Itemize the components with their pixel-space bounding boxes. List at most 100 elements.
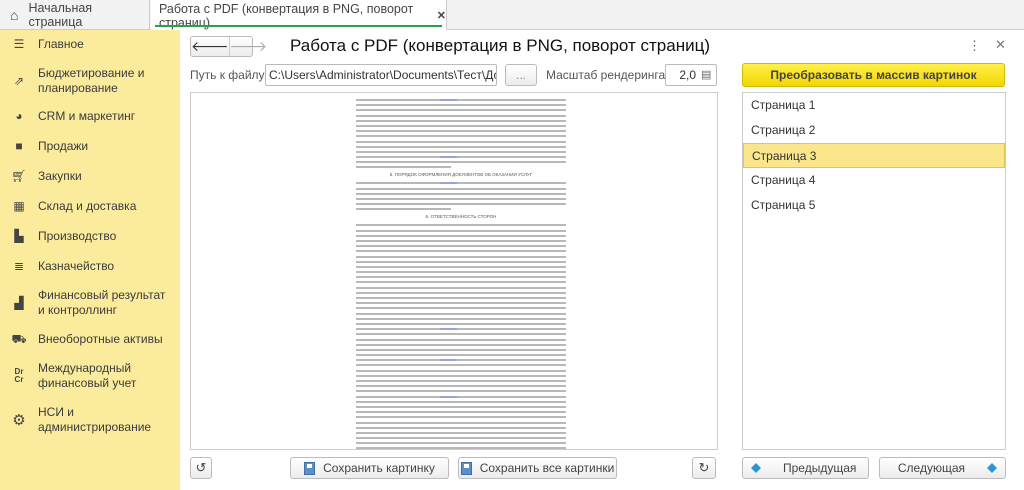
text-line bbox=[356, 307, 566, 310]
sidebar-item-label: Продажи bbox=[38, 139, 89, 153]
sidebar-item-label: Финансовый результат и контроллинг bbox=[38, 288, 166, 317]
shopping-bag-icon: ■ bbox=[15, 139, 23, 153]
text-line bbox=[356, 291, 566, 294]
tab-bar: ⌂ Начальная страница Работа с PDF (конве… bbox=[0, 0, 1024, 31]
text-line bbox=[356, 426, 566, 429]
text-line bbox=[356, 322, 566, 325]
text-line bbox=[356, 208, 451, 211]
text-line bbox=[356, 182, 566, 185]
truck-icon: ⛟ bbox=[11, 332, 27, 346]
text-line bbox=[356, 109, 566, 112]
rotate-left-button[interactable]: ↺ bbox=[190, 457, 212, 479]
arrow-right-icon bbox=[987, 463, 997, 473]
sidebar-item-fixed-assets[interactable]: ⛟ Внеоборотные активы bbox=[0, 332, 180, 347]
path-input[interactable]: C:\Users\Administrator\Documents\Тест\До… bbox=[265, 64, 497, 86]
page-list-item[interactable]: Страница 2 bbox=[743, 118, 1005, 143]
save-all-images-button[interactable]: Сохранить все картинки bbox=[458, 457, 617, 479]
rotate-right-button[interactable]: ↻ bbox=[692, 457, 716, 479]
tab-home-label: Начальная страница bbox=[28, 1, 93, 29]
text-line bbox=[356, 411, 566, 414]
back-arrow-icon[interactable]: 🡐 bbox=[191, 37, 229, 56]
text-line bbox=[356, 359, 566, 362]
text-line bbox=[356, 192, 566, 195]
text-line bbox=[356, 431, 566, 434]
page-list-item[interactable]: Страница 1 bbox=[743, 93, 1005, 118]
sidebar-item-purchases[interactable]: 🛒︎ Закупки bbox=[0, 169, 180, 184]
sidebar-item-treasury[interactable]: ≣ Казначейство bbox=[0, 259, 180, 274]
tab-pdf-tool-label: Работа с PDF (конвертация в PNG, поворот… bbox=[159, 1, 414, 30]
sidebar-item-ifrs[interactable]: Dr Cr Международный финансовый учет bbox=[0, 361, 180, 391]
text-line bbox=[356, 135, 566, 138]
sidebar-item-crm[interactable]: ◕ CRM и маркетинг bbox=[0, 109, 180, 124]
pie-chart-icon: ◕ bbox=[15, 109, 23, 123]
sidebar-item-admin[interactable]: ⚙ НСИ и администрирование bbox=[0, 405, 180, 435]
gear-icon: ⚙ bbox=[12, 411, 26, 429]
text-line bbox=[356, 447, 566, 449]
text-line bbox=[356, 374, 566, 377]
text-line bbox=[356, 250, 566, 253]
text-line bbox=[356, 405, 566, 408]
pdf-page-image: 5. ПОРЯДОК ОФОРМЛЕНИЯ ДОКУМЕНТОВ ОБ ОКАЗ… bbox=[356, 99, 566, 449]
text-line bbox=[356, 328, 566, 331]
text-line bbox=[356, 416, 566, 419]
sidebar-item-label: Закупки bbox=[38, 169, 82, 183]
cart-icon: 🛒︎ bbox=[11, 169, 27, 183]
text-line bbox=[356, 130, 566, 133]
sidebar-item-label: Международный финансовый учет bbox=[38, 361, 137, 390]
forward-arrow-icon[interactable]: 🡒 bbox=[228, 37, 267, 56]
save-icon bbox=[460, 461, 472, 475]
rotate-right-icon: ↻ bbox=[698, 460, 710, 475]
convert-button[interactable]: Преобразовать в массив картинок bbox=[742, 63, 1005, 87]
sidebar-item-warehouse[interactable]: ▦ Склад и доставка bbox=[0, 199, 180, 214]
text-line bbox=[356, 380, 566, 382]
text-line bbox=[356, 297, 566, 299]
sidebar-item-sales[interactable]: ■ Продажи bbox=[0, 139, 180, 154]
browse-button[interactable]: ... bbox=[505, 64, 537, 86]
text-line bbox=[356, 124, 566, 127]
tab-home[interactable]: ⌂ Начальная страница bbox=[0, 0, 150, 30]
text-line bbox=[356, 260, 566, 263]
save-image-label: Сохранить картинку bbox=[323, 461, 435, 475]
page-list-item[interactable]: Страница 4 bbox=[743, 168, 1005, 193]
next-button[interactable]: Следующая bbox=[879, 457, 1006, 479]
text-line bbox=[356, 400, 566, 403]
sidebar-item-financial-result[interactable]: ▟ Финансовый результат и контроллинг bbox=[0, 288, 180, 318]
menu-icon: ☰ bbox=[13, 37, 25, 51]
text-line bbox=[356, 203, 566, 206]
more-vertical-icon[interactable]: ⋮ bbox=[968, 38, 981, 54]
page-list-item[interactable]: Страница 3 bbox=[743, 143, 1005, 168]
sidebar-item-budgeting[interactable]: ⇗ Бюджетирование и планирование bbox=[0, 66, 180, 96]
close-tab-icon[interactable]: ✕ bbox=[437, 9, 446, 22]
previous-button[interactable]: Предыдущая bbox=[742, 457, 869, 479]
sidebar-item-label: НСИ и администрирование bbox=[38, 405, 152, 434]
text-line bbox=[356, 437, 566, 440]
text-line bbox=[356, 354, 566, 357]
tab-pdf-tool[interactable]: Работа с PDF (конвертация в PNG, поворот… bbox=[151, 0, 447, 31]
page-list-item[interactable]: Страница 5 bbox=[743, 193, 1005, 218]
sidebar-item-main[interactable]: ☰ Главное bbox=[0, 37, 180, 52]
sidebar-item-label: Главное bbox=[38, 37, 84, 51]
calculator-icon[interactable]: ▤ bbox=[701, 68, 711, 81]
pages-list[interactable]: Страница 1 Страница 2 Страница 3 Страница 4… bbox=[742, 92, 1006, 450]
text-line bbox=[356, 229, 566, 232]
sidebar-item-label: Внеоборотные активы bbox=[38, 332, 163, 346]
text-line bbox=[356, 150, 566, 153]
close-icon[interactable]: ✕ bbox=[995, 37, 1006, 53]
save-icon bbox=[304, 461, 316, 475]
text-line bbox=[356, 385, 566, 388]
sidebar: ☰ Главное ⇗ Бюджетирование и планирование … bbox=[0, 30, 180, 490]
text-line bbox=[356, 140, 566, 143]
page-title: Работа с PDF (конвертация в PNG, поворот… bbox=[290, 36, 711, 55]
save-image-button[interactable]: Сохранить картинку bbox=[290, 457, 449, 479]
sidebar-item-label: Бюджетирование и планирование bbox=[38, 66, 145, 95]
text-line bbox=[356, 281, 566, 284]
sidebar-item-production[interactable]: ▙ Производство bbox=[0, 229, 180, 244]
path-label: Путь к файлу: bbox=[190, 68, 268, 82]
text-line bbox=[356, 245, 566, 248]
home-icon: ⌂ bbox=[10, 7, 19, 23]
save-all-images-label: Сохранить все картинки bbox=[479, 461, 615, 475]
text-line bbox=[356, 161, 566, 164]
text-line bbox=[356, 286, 566, 289]
text-line bbox=[356, 421, 566, 424]
text-line bbox=[356, 119, 566, 122]
